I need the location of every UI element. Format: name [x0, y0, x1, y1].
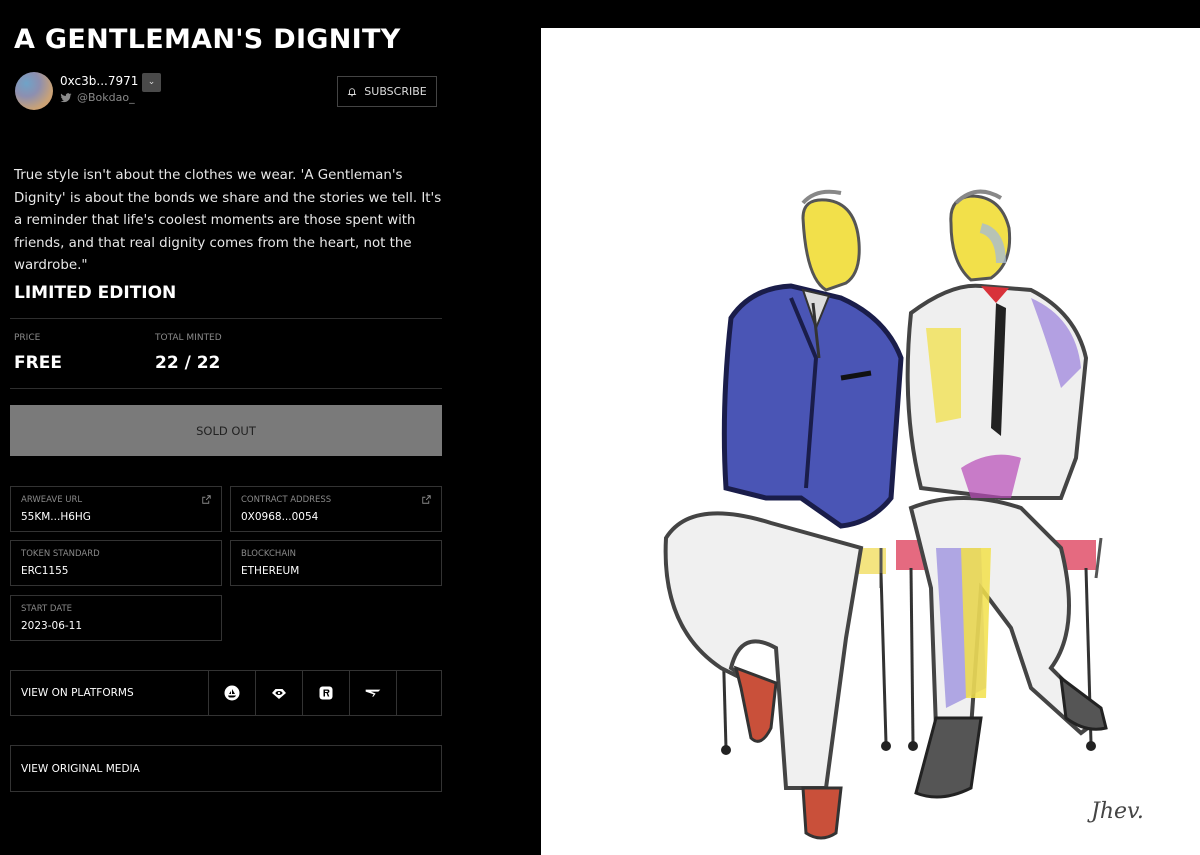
chevron-down-icon[interactable]: ⌄: [142, 73, 161, 92]
start-date-label: START DATE: [21, 604, 73, 614]
nft-artwork[interactable]: Jhev.: [541, 28, 1200, 855]
subscribe-label: SUBSCRIBE: [364, 85, 427, 98]
nft-details-panel: A GENTLEMAN'S DIGNITY 0xc3b...7971 ⌄ @Bo…: [0, 0, 455, 855]
creator-avatar[interactable]: [15, 72, 53, 110]
start-date-value: 2023-06-11: [21, 620, 83, 632]
total-minted-value: 22 / 22: [155, 353, 221, 373]
token-standard-value: ERC1155: [21, 565, 69, 577]
view-on-platforms-row: VIEW ON PLATFORMS: [10, 670, 442, 716]
arweave-url-value: 55KM...H6HG: [21, 511, 91, 523]
sold-out-button[interactable]: SOLD OUT: [10, 405, 442, 456]
arweave-url-card[interactable]: ARWEAVE URL 55KM...H6HG: [10, 486, 222, 532]
arweave-url-label: ARWEAVE URL: [21, 495, 83, 505]
creator-twitter[interactable]: @Bokdao_: [60, 91, 135, 104]
contract-address-label: CONTRACT ADDRESS: [241, 495, 332, 505]
zora-icon: [365, 689, 381, 697]
view-on-platforms-label: VIEW ON PLATFORMS: [21, 687, 134, 699]
price-value: FREE: [14, 353, 62, 373]
nft-description: True style isn't about the clothes we we…: [14, 168, 442, 273]
total-minted-label: TOTAL MINTED: [155, 333, 222, 343]
edition-heading: LIMITED EDITION: [14, 283, 177, 303]
external-link-icon[interactable]: [422, 495, 431, 504]
external-link-icon[interactable]: [202, 495, 211, 504]
platform-spacer: [396, 671, 441, 715]
blockchain-label: BLOCKCHAIN: [241, 549, 297, 559]
looksrare-icon: [272, 689, 286, 699]
zora-button[interactable]: [349, 671, 396, 715]
divider: [10, 318, 442, 319]
contract-address-value: 0X0968...0054: [241, 511, 319, 523]
view-original-media-button[interactable]: VIEW ORIGINAL MEDIA: [10, 745, 442, 792]
rarible-button[interactable]: [302, 671, 349, 715]
twitter-icon: [60, 92, 72, 102]
token-standard-label: TOKEN STANDARD: [21, 549, 100, 559]
blockchain-card: BLOCKCHAIN ETHEREUM: [230, 540, 442, 586]
divider: [10, 388, 442, 389]
twitter-handle: @Bokdao_: [77, 91, 135, 104]
creator-address[interactable]: 0xc3b...7971: [60, 74, 138, 88]
bell-icon: [347, 87, 357, 96]
opensea-icon: [224, 685, 240, 701]
token-standard-card: TOKEN STANDARD ERC1155: [10, 540, 222, 586]
page-title: A GENTLEMAN'S DIGNITY: [14, 24, 401, 55]
price-label: PRICE: [14, 333, 41, 343]
looksrare-button[interactable]: [255, 671, 302, 715]
start-date-card: START DATE 2023-06-11: [10, 595, 222, 641]
contract-address-card[interactable]: CONTRACT ADDRESS 0X0968...0054: [230, 486, 442, 532]
opensea-button[interactable]: [208, 671, 255, 715]
blockchain-value: ETHEREUM: [241, 565, 300, 577]
rarible-icon: [319, 686, 333, 700]
subscribe-button[interactable]: SUBSCRIBE: [337, 76, 437, 107]
artist-signature: Jhev.: [1087, 799, 1144, 824]
artwork-illustration: Jhev.: [663, 189, 1144, 840]
